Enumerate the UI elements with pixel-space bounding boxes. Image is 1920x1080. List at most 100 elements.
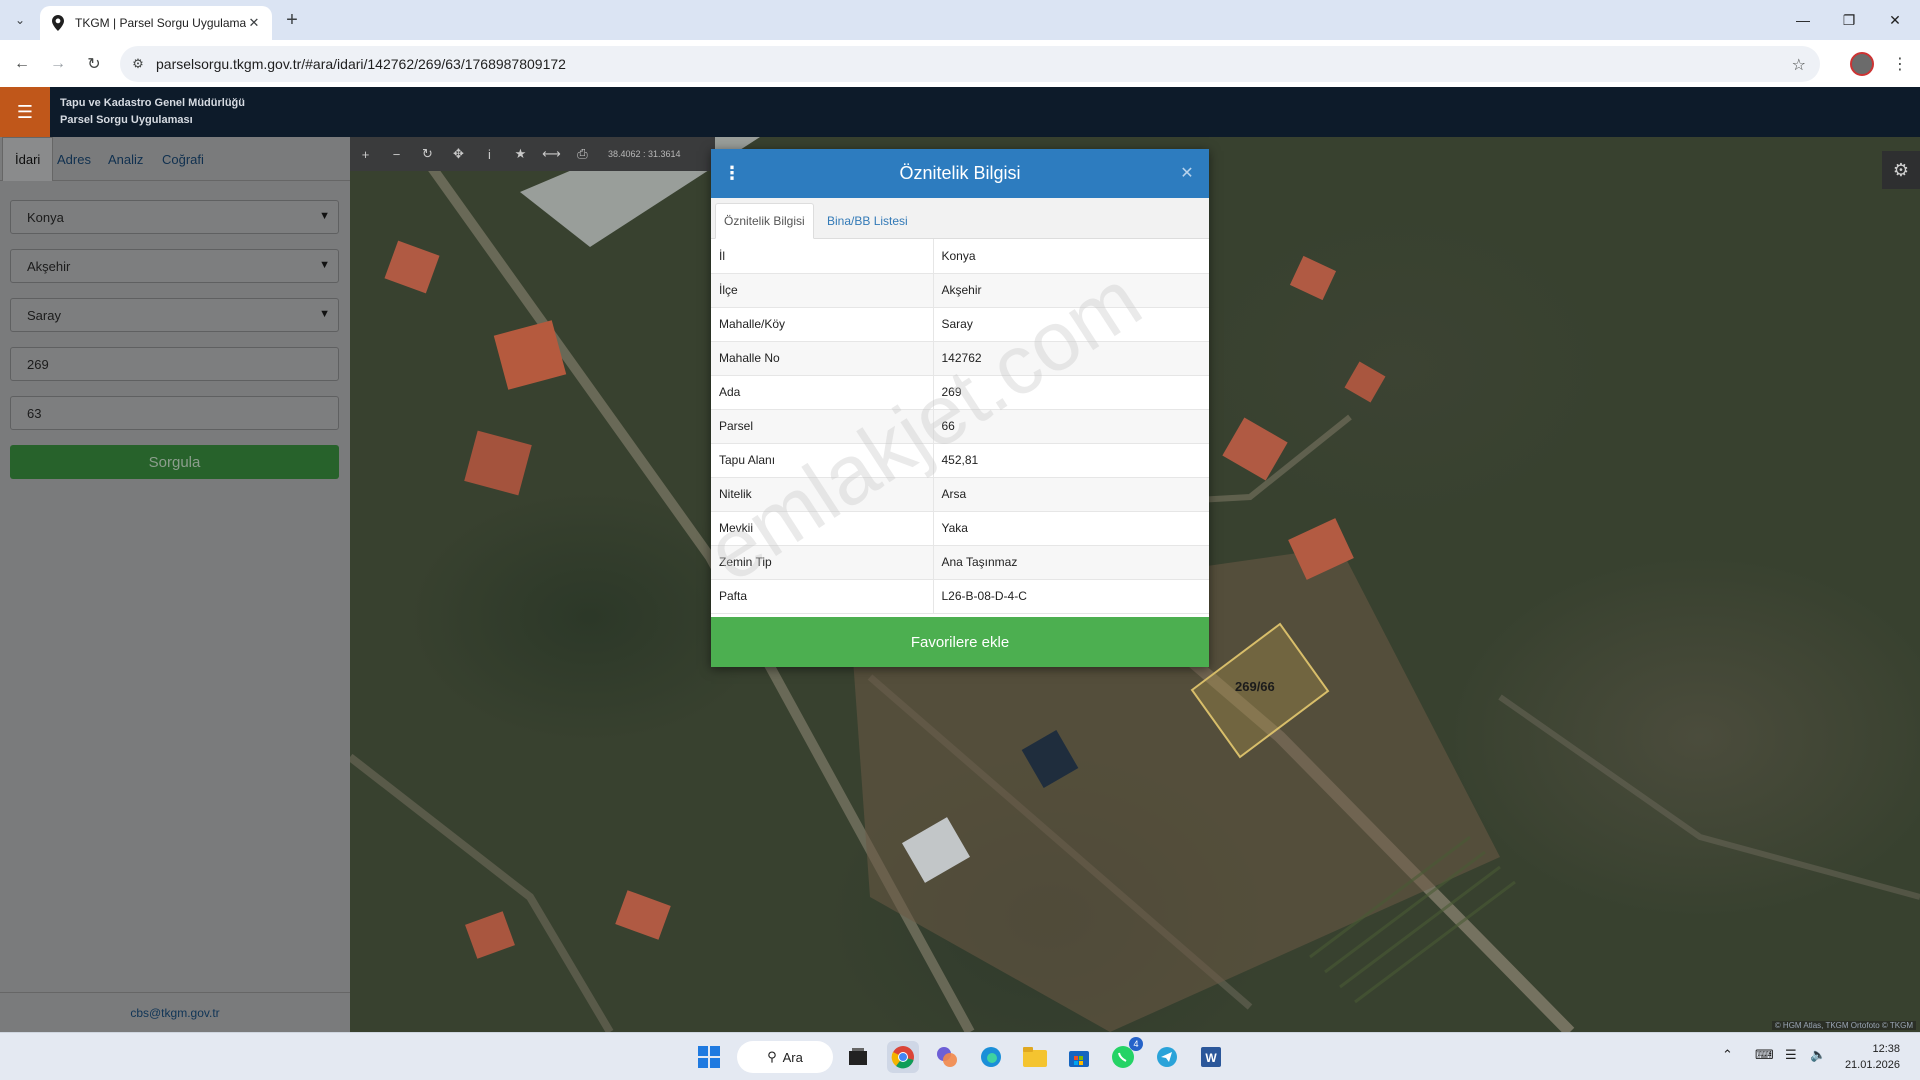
- app-header: ☰ Tapu ve Kadastro Genel Müdürlüğü Parse…: [0, 87, 1920, 137]
- sorgula-button[interactable]: Sorgula: [10, 445, 339, 479]
- whatsapp-icon[interactable]: 4: [1107, 1037, 1143, 1073]
- star-icon[interactable]: ★: [505, 137, 536, 171]
- ada-value: 269: [27, 356, 49, 372]
- table-row: Parsel 66: [711, 409, 1209, 444]
- attr-key: Pafta: [711, 579, 934, 614]
- parsel-value: 63: [27, 405, 42, 421]
- table-row: Mahalle/Köy Saray: [711, 307, 1209, 342]
- browser-toolbar: ← → ↻ ⚙ parselsorgu.tkgm.gov.tr/#ara/ida…: [0, 40, 1920, 87]
- add-to-favorites-button[interactable]: Favorilere ekle: [711, 617, 1209, 667]
- table-row: İl Konya: [711, 239, 1209, 274]
- attr-value: Ana Taşınmaz: [933, 545, 1209, 580]
- attr-key: Zemin Tip: [711, 545, 934, 580]
- chevron-down-icon: ▼: [319, 210, 330, 222]
- reload-icon[interactable]: ↻: [82, 52, 106, 76]
- chrome-icon[interactable]: [887, 1041, 919, 1073]
- notification-badge: 4: [1129, 1037, 1143, 1051]
- attr-value: L26-B-08-D-4-C: [933, 579, 1209, 614]
- back-icon[interactable]: ←: [10, 52, 34, 76]
- close-icon[interactable]: ✕: [246, 15, 262, 31]
- print-icon[interactable]: ⎙: [567, 137, 598, 171]
- tab-list-icon[interactable]: ⌄: [8, 8, 32, 32]
- app-title: Tapu ve Kadastro Genel Müdürlüğü Parsel …: [60, 95, 245, 129]
- contact-email-link[interactable]: cbs@tkgm.gov.tr: [0, 992, 350, 1032]
- keyboard-icon[interactable]: ⌨: [1755, 1047, 1774, 1063]
- taskbar-search[interactable]: ⚲ Ara: [737, 1041, 833, 1073]
- chevron-up-icon[interactable]: ⌃: [1722, 1047, 1733, 1063]
- windows-start-icon[interactable]: [693, 1041, 725, 1073]
- word-icon[interactable]: W: [1195, 1041, 1227, 1073]
- zoom-in-icon[interactable]: +: [350, 137, 381, 171]
- table-row: Zemin Tip Ana Taşınmaz: [711, 545, 1209, 580]
- attr-key: İl: [711, 239, 934, 274]
- attr-value: Yaka: [933, 511, 1209, 546]
- plus-icon[interactable]: +: [280, 8, 304, 32]
- hamburger-menu-icon[interactable]: ☰: [0, 87, 50, 137]
- table-row: Ada 269: [711, 375, 1209, 410]
- tab-analiz[interactable]: Analiz: [96, 137, 155, 181]
- mahalle-value: Saray: [27, 307, 61, 323]
- zoom-out-icon[interactable]: −: [381, 137, 412, 171]
- popup-title: Öznitelik Bilgisi: [899, 163, 1021, 183]
- window-close-icon[interactable]: ✕: [1872, 0, 1918, 40]
- crosshair-icon[interactable]: ✥: [443, 137, 474, 171]
- measure-icon[interactable]: ⟷: [536, 137, 567, 171]
- task-view-icon[interactable]: [842, 1041, 874, 1073]
- ada-input[interactable]: 269: [10, 347, 339, 381]
- parsel-input[interactable]: 63: [10, 396, 339, 430]
- attribute-popup: Öznitelik Bilgisi ⋮ ✕ Öznitelik Bilgisi …: [711, 149, 1209, 667]
- attr-value: Saray: [933, 307, 1209, 342]
- kebab-menu-icon[interactable]: ⋮: [1890, 52, 1910, 76]
- browser-tab-active[interactable]: TKGM | Parsel Sorgu Uygulama ✕: [40, 6, 272, 40]
- clock-time: 12:38: [1872, 1043, 1900, 1055]
- telegram-icon[interactable]: [1151, 1041, 1183, 1073]
- attr-value: Arsa: [933, 477, 1209, 512]
- chevron-down-icon: ▼: [319, 308, 330, 320]
- search-label: Ara: [782, 1049, 803, 1065]
- system-clock[interactable]: 12:38 21.01.2026: [1845, 1041, 1900, 1073]
- mahalle-select[interactable]: Saray ▼: [10, 298, 339, 332]
- close-icon[interactable]: ✕: [1177, 163, 1197, 183]
- tab-bina-listesi[interactable]: Bina/BB Listesi: [819, 203, 916, 239]
- refresh-icon[interactable]: ↻: [412, 137, 443, 171]
- bookmark-star-icon[interactable]: ☆: [1792, 55, 1806, 75]
- attr-key: Nitelik: [711, 477, 934, 512]
- app-name: Parsel Sorgu Uygulaması: [60, 114, 193, 126]
- url-text[interactable]: parselsorgu.tkgm.gov.tr/#ara/idari/14276…: [156, 56, 566, 72]
- forward-icon[interactable]: →: [46, 52, 70, 76]
- parcel-label: 269/66: [1235, 679, 1275, 694]
- vertical-dots-icon[interactable]: ⋮: [723, 162, 741, 184]
- file-explorer-icon[interactable]: [1019, 1041, 1051, 1073]
- site-settings-icon[interactable]: ⚙: [120, 56, 156, 72]
- attr-value: 269: [933, 375, 1209, 410]
- profile-avatar[interactable]: [1850, 52, 1874, 76]
- attr-value: Konya: [933, 239, 1209, 274]
- copilot-icon[interactable]: [931, 1041, 963, 1073]
- chevron-down-icon: ▼: [319, 259, 330, 271]
- ilce-select[interactable]: Akşehir ▼: [10, 249, 339, 283]
- attr-value: 66: [933, 409, 1209, 444]
- coordinate-readout: 38.4062 : 31.3614: [608, 149, 681, 159]
- gear-icon[interactable]: ⚙: [1882, 151, 1920, 189]
- table-row: Tapu Alanı 452,81: [711, 443, 1209, 478]
- attr-key: Tapu Alanı: [711, 443, 934, 478]
- il-select[interactable]: Konya ▼: [10, 200, 339, 234]
- query-panel: İdari Adres Analiz Coğrafi Konya ▼ Akşeh…: [0, 137, 350, 1032]
- attr-key: İlçe: [711, 273, 934, 308]
- edge-icon[interactable]: [975, 1041, 1007, 1073]
- attr-key: Ada: [711, 375, 934, 410]
- map-attribution[interactable]: © HGM Atlas, TKGM Ortofoto © TKGM: [1771, 1021, 1916, 1030]
- attribute-table: İl Konya İlçe Akşehir Mahalle/Köy Saray Mah…: [711, 239, 1209, 614]
- maximize-icon[interactable]: ❐: [1826, 0, 1872, 40]
- tab-adres[interactable]: Adres: [45, 137, 103, 181]
- store-icon[interactable]: [1063, 1041, 1095, 1073]
- address-bar[interactable]: ⚙ parselsorgu.tkgm.gov.tr/#ara/idari/142…: [120, 46, 1820, 82]
- minimize-icon[interactable]: —: [1780, 0, 1826, 40]
- attr-value: 142762: [933, 341, 1209, 376]
- tab-oznitelik[interactable]: Öznitelik Bilgisi: [715, 203, 814, 239]
- wifi-icon[interactable]: ☰: [1785, 1047, 1797, 1063]
- tab-cografi[interactable]: Coğrafi: [150, 137, 216, 181]
- attr-key: Mevkii: [711, 511, 934, 546]
- info-icon[interactable]: i: [474, 137, 505, 171]
- speaker-icon[interactable]: 🔈: [1810, 1047, 1826, 1063]
